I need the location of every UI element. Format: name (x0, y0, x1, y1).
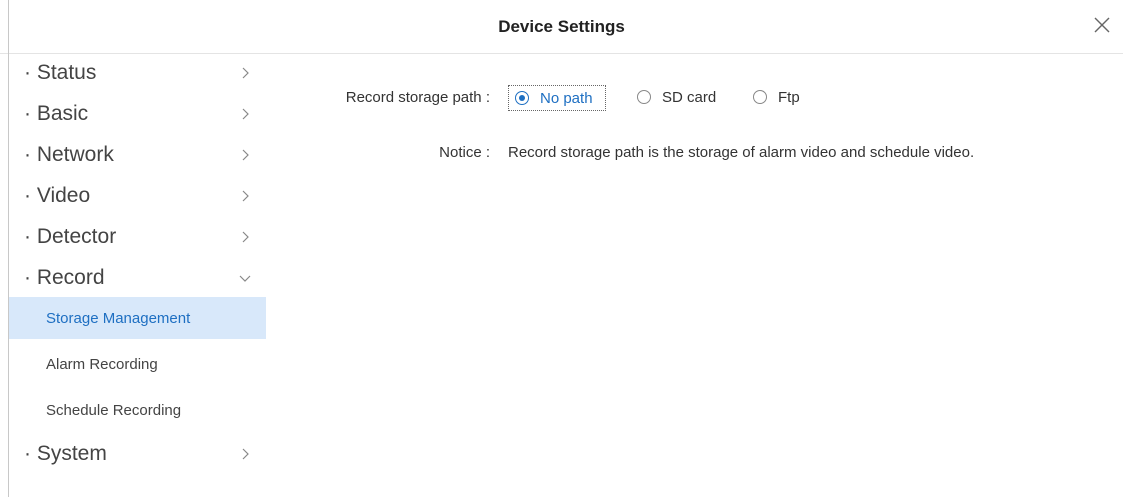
sidebar-item-label: · Detector (24, 225, 117, 248)
sidebar-item-label: · Basic (24, 102, 89, 125)
sidebar-item-label: · Network (24, 143, 114, 166)
sidebar-item-status[interactable]: · Status (9, 54, 266, 92)
sidebar-subitem-label: Schedule Recording (46, 402, 182, 419)
sidebar-subitem-alarm-recording[interactable]: Alarm Recording (9, 343, 266, 385)
notice-label: Notice : (439, 144, 490, 161)
radio-label: No path (540, 90, 593, 107)
radio-ftp[interactable]: Ftp (747, 85, 817, 111)
chevron-right-icon (242, 108, 249, 120)
radio-label: SD card (662, 89, 717, 106)
sidebar-item-network[interactable]: · Network (9, 136, 266, 174)
sidebar-subitem-schedule-recording[interactable]: Schedule Recording (9, 389, 266, 431)
close-icon[interactable] (1091, 14, 1113, 36)
radio-unselected-icon (637, 90, 651, 104)
sidebar-item-system[interactable]: · System (9, 435, 266, 473)
radio-selected-icon (515, 91, 529, 105)
sidebar-item-label: · Record (24, 266, 105, 289)
chevron-right-icon (242, 448, 249, 460)
sidebar-item-record[interactable]: · Record (9, 259, 266, 297)
radio-label: Ftp (778, 89, 800, 106)
sidebar-subitem-storage-management[interactable]: Storage Management (9, 297, 266, 339)
sidebar-item-video[interactable]: · Video (9, 177, 266, 215)
radio-no-path[interactable]: No path (508, 85, 606, 111)
chevron-right-icon (242, 67, 249, 79)
record-storage-path-label: Record storage path : (345, 89, 490, 106)
chevron-right-icon (242, 231, 249, 243)
sidebar-item-basic[interactable]: · Basic (9, 95, 266, 133)
settings-sidebar: · Status · Basic · Network · Video · Det… (8, 54, 266, 497)
chevron-right-icon (242, 190, 249, 202)
sidebar-subitem-label: Storage Management (46, 310, 191, 327)
title-bar: Device Settings (0, 0, 1123, 54)
sidebar-item-label: · Status (24, 61, 97, 84)
notice-text: Record storage path is the storage of al… (508, 144, 975, 161)
chevron-down-icon (239, 275, 251, 282)
sidebar-subitem-label: Alarm Recording (46, 356, 158, 373)
sidebar-item-detector[interactable]: · Detector (9, 218, 266, 256)
window-title: Device Settings (498, 17, 625, 36)
sidebar-item-label: · Video (24, 184, 91, 207)
storage-management-panel: Record storage path : No path SD card Ft… (266, 54, 1123, 497)
chevron-right-icon (242, 149, 249, 161)
sidebar-item-label: · System (24, 442, 107, 465)
radio-sd-card[interactable]: SD card (631, 85, 731, 111)
radio-unselected-icon (753, 90, 767, 104)
